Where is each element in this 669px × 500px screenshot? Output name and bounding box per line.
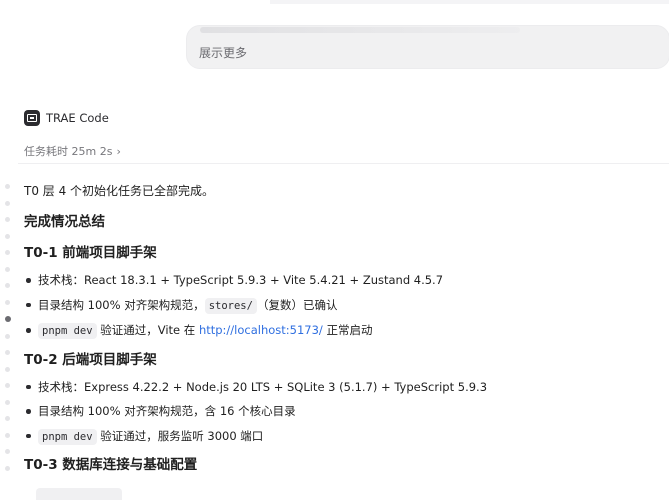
summary-heading: 完成情况总结 <box>24 214 105 230</box>
terminal-icon <box>24 110 40 126</box>
rail-dot[interactable] <box>5 366 10 372</box>
rail-dot[interactable] <box>5 432 10 438</box>
list-item-text: （复数）已确认 <box>256 297 338 312</box>
list-item: 目录结构 100% 对齐架构规范， stores/（复数）已确认 <box>24 293 664 319</box>
task-duration-label: 任务耗时 25m 2s <box>24 145 113 158</box>
agent-header: TRAE Code <box>24 110 109 126</box>
section-list-t0-1: 技术栈：React 18.3.1 + TypeScript 5.9.3 + Vi… <box>24 268 664 344</box>
section-list-t0-2: 技术栈：Express 4.22.2 + Node.js 20 LTS + SQ… <box>24 375 664 450</box>
inline-code: stores/ <box>204 297 257 314</box>
list-item: pnpm dev 验证通过，服务监听 3000 端口 <box>24 424 664 450</box>
list-item-text: 验证通过，Vite 在 <box>96 323 199 337</box>
rail-dot[interactable] <box>5 449 10 454</box>
list-item: pnpm dev 验证通过，Vite 在 http://localhost:51… <box>24 318 664 344</box>
inline-code: pnpm dev <box>38 323 97 339</box>
rail-dot[interactable] <box>5 350 10 355</box>
rail-dot[interactable] <box>5 333 10 339</box>
assistant-response: T0 层 4 个初始化任务已全部完成。 完成情况总结 T0-1 前端项目脚手架 … <box>24 180 664 480</box>
rail-dot[interactable] <box>5 465 10 471</box>
list-item: 技术栈：React 18.3.1 + TypeScript 5.9.3 + Vi… <box>24 268 664 293</box>
rail-dot[interactable] <box>5 184 10 189</box>
rail-dot[interactable] <box>5 299 10 305</box>
rail-dot[interactable] <box>5 200 10 206</box>
rail-dot[interactable] <box>5 250 10 255</box>
previous-message-edge <box>270 0 669 4</box>
rail-dot[interactable] <box>5 399 10 405</box>
truncated-content <box>36 488 122 500</box>
chevron-right-icon: › <box>116 144 121 158</box>
rail-dot[interactable] <box>5 233 10 239</box>
inline-code: pnpm dev <box>38 428 97 445</box>
list-item: 目录结构 100% 对齐架构规范，含 16 个核心目录 <box>24 399 664 424</box>
section-heading-t0-2: T0-2 后端项目脚手架 <box>24 351 157 368</box>
rail-dot-active[interactable] <box>5 316 11 322</box>
show-more-button[interactable]: 展示更多 <box>199 44 247 61</box>
rail-dot[interactable] <box>5 217 10 222</box>
intro-text: T0 层 4 个初始化任务已全部完成。 <box>24 184 215 198</box>
list-item-text: 目录结构 100% 对齐架构规范， <box>38 297 205 312</box>
message-navigation-rail <box>5 184 11 482</box>
section-heading-t0-1: T0-1 前端项目脚手架 <box>24 245 157 261</box>
localhost-link[interactable]: http://localhost:5173/ <box>199 323 323 337</box>
collapsed-message-text <box>200 27 520 33</box>
task-duration-toggle[interactable]: 任务耗时 25m 2s › <box>24 143 121 159</box>
rail-dot[interactable] <box>5 383 10 388</box>
section-heading-t0-3: T0-3 数据库连接与基础配置 <box>24 457 198 473</box>
rail-dot[interactable] <box>5 283 10 288</box>
agent-name: TRAE Code <box>46 111 109 125</box>
rail-dot[interactable] <box>5 266 10 272</box>
list-item: 技术栈：Express 4.22.2 + Node.js 20 LTS + SQ… <box>24 375 664 400</box>
chat-panel: 展示更多 TRAE Code 任务耗时 25m 2s › T0 层 4 个初始化… <box>0 0 669 500</box>
list-item-text: 验证通过，服务监听 3000 端口 <box>96 428 264 443</box>
list-item-text: 正常启动 <box>322 323 373 337</box>
divider <box>18 163 669 164</box>
rail-dot[interactable] <box>5 416 10 421</box>
